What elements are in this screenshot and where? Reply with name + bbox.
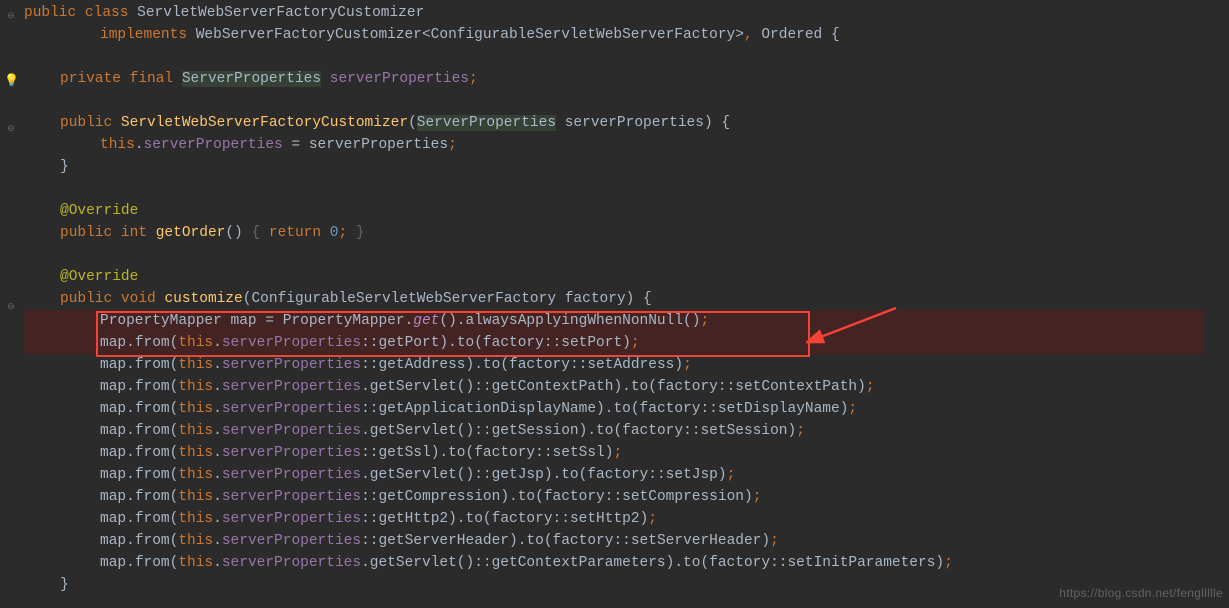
code-line: map.from(this.serverProperties.getServle… [100,464,735,486]
code-line: implements WebServerFactoryCustomizer<Co… [100,24,840,46]
code-line: map.from(this.serverProperties::getAppli… [100,398,857,420]
code-line: public void customize(ConfigurableServle… [60,288,652,310]
code-line: this.serverProperties = serverProperties… [100,134,457,156]
code-line: map.from(this.serverProperties::getServe… [100,530,779,552]
code-line: map.from(this.serverProperties::getAddre… [100,354,692,376]
watermark: https://blog.csdn.net/fengllllle [1059,582,1223,604]
code-line: public ServletWebServerFactoryCustomizer… [60,112,730,134]
code-line: private final ServerProperties serverPro… [60,68,478,90]
highlight-box [96,311,810,357]
code-line: @Override [60,266,138,288]
code-line: public int getOrder() { return 0; } [60,222,365,244]
code-line: map.from(this.serverProperties.getServle… [100,376,875,398]
code-line: map.from(this.serverProperties::getSsl).… [100,442,622,464]
code-line: @Override [60,200,138,222]
code-line: } [60,156,69,178]
code-line: map.from(this.serverProperties::getHttp2… [100,508,657,530]
code-line: map.from(this.serverProperties::getCompr… [100,486,761,508]
code-line: } [60,574,69,596]
code-line: public class ServletWebServerFactoryCust… [24,2,424,24]
code-line: map.from(this.serverProperties.getServle… [100,420,805,442]
code-editor[interactable]: public class ServletWebServerFactoryCust… [0,0,1229,608]
code-line: map.from(this.serverProperties.getServle… [100,552,953,574]
